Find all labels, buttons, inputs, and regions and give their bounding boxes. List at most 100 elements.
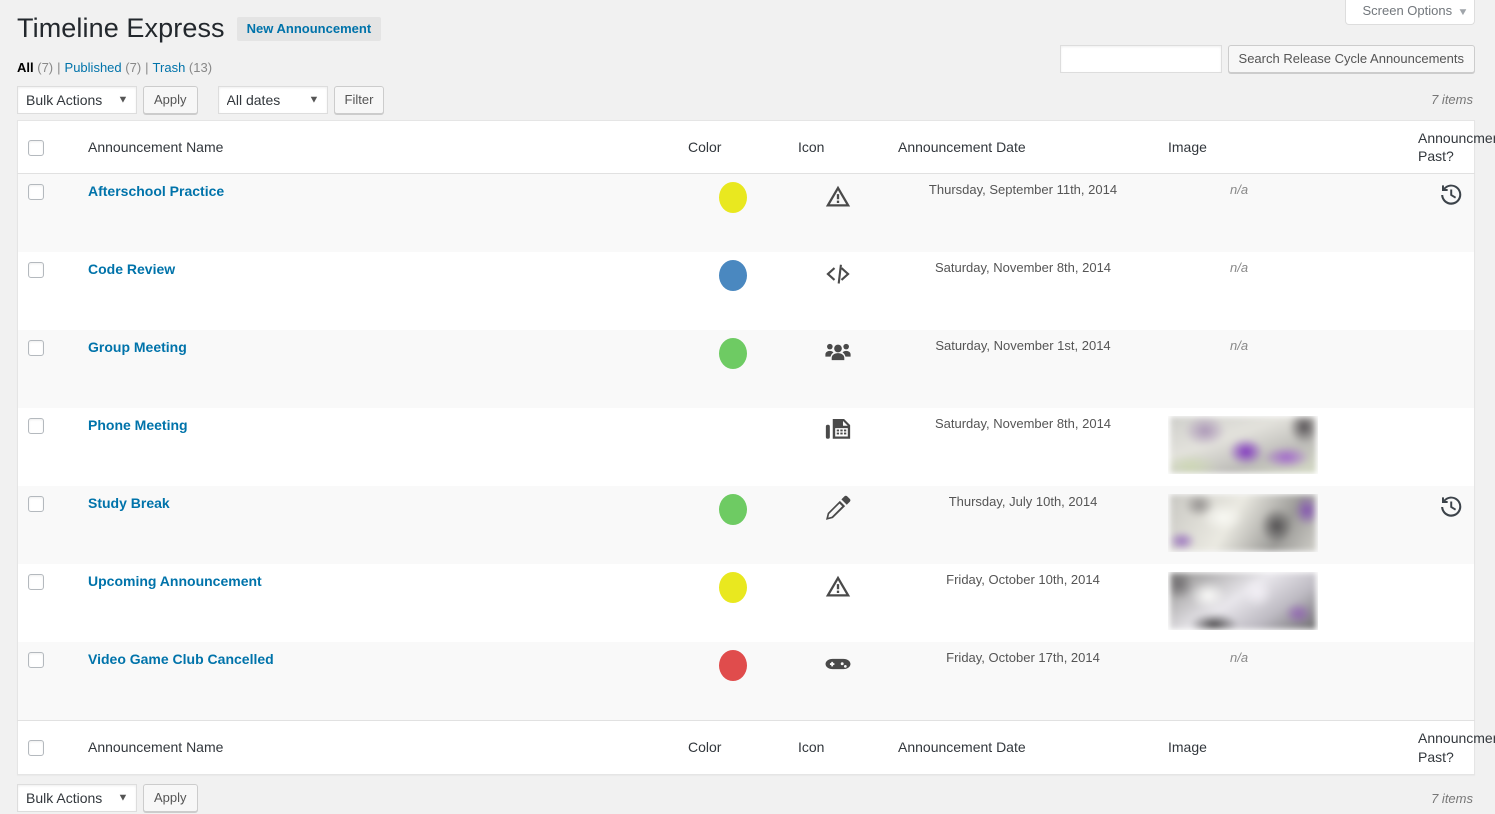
row-color-cell <box>678 174 788 253</box>
footer-icon[interactable]: Icon <box>788 720 888 775</box>
search-box: Search Release Cycle Announcements <box>1059 45 1475 73</box>
select-all-checkbox-bottom[interactable] <box>28 740 44 757</box>
header-color[interactable]: Color <box>678 120 788 175</box>
thumbnail-image <box>1170 417 1316 474</box>
row-icon-cell <box>788 486 888 564</box>
row-date-cell: Thursday, September 11th, 2014 <box>928 182 1118 198</box>
row-select-checkbox[interactable] <box>28 496 44 513</box>
row-color-cell <box>678 564 788 642</box>
select-all-footer <box>17 720 78 775</box>
row-date-cell: Saturday, November 8th, 2014 <box>934 260 1112 276</box>
footer-announcement-date[interactable]: Announcement Date <box>888 720 1158 775</box>
history-icon <box>1438 494 1464 520</box>
page-title: Timeline Express <box>17 12 225 43</box>
gamepad-icon <box>824 650 852 678</box>
table-row: Phone Meeting Saturday, November 8th, 201… <box>17 408 1475 487</box>
date-filter-select[interactable]: All dates <box>217 86 328 114</box>
header-announcement-name[interactable]: Announcement Name <box>78 120 678 175</box>
announcement-title-link[interactable]: Group Meeting <box>88 339 187 355</box>
row-image-cell: n/a <box>1158 330 1408 408</box>
color-swatch-yellow <box>719 572 747 604</box>
row-select-cell <box>18 174 79 253</box>
history-icon <box>1438 182 1464 208</box>
status-link-all-count: (7) <box>37 60 54 75</box>
search-input[interactable] <box>1059 45 1222 73</box>
bulk-actions-select-top[interactable]: Bulk Actions <box>17 86 137 114</box>
row-select-cell <box>18 408 79 486</box>
announcement-title-link[interactable]: Afterschool Practice <box>88 183 224 199</box>
status-link-trash-count: (13) <box>188 60 213 75</box>
footer-announcement-past[interactable]: Announcment Past? <box>1408 720 1495 775</box>
table-row: Group Meeting Saturday, November 1st, 201… <box>17 330 1475 409</box>
table-header-row: Announcement Name Color Icon Announcemen… <box>17 120 1495 175</box>
footer-image[interactable]: Image <box>1158 720 1408 775</box>
header-announcement-past[interactable]: Announcment Past? <box>1408 120 1495 175</box>
table-row: Study Break Thursday, July 10th, 2014 <box>17 486 1475 565</box>
bulk-actions-group-top: Bulk Actions ▼ Apply All dates ▼ Filter <box>17 86 385 114</box>
footer-announcement-name[interactable]: Announcement Name <box>78 720 678 775</box>
header-icon[interactable]: Icon <box>788 120 888 175</box>
status-link-published-anchor[interactable]: Published <box>65 58 122 77</box>
apply-button-bottom[interactable]: Apply <box>143 783 198 812</box>
table-row: Video Game Club Cancelled Friday, October… <box>17 642 1475 721</box>
thumbnail-image <box>1170 495 1316 552</box>
status-link-all-anchor[interactable]: All <box>17 58 34 77</box>
row-past-cell <box>1408 642 1475 721</box>
bulk-actions-select-bottom[interactable]: Bulk Actions <box>17 783 137 812</box>
announcement-title-link[interactable]: Upcoming Announcement <box>88 573 262 589</box>
tablenav-top: Bulk Actions ▼ Apply All dates ▼ Filter … <box>17 86 1475 116</box>
no-image-label: n/a <box>1230 182 1249 198</box>
header-image[interactable]: Image <box>1158 120 1408 175</box>
row-past-cell <box>1408 174 1475 253</box>
row-select-checkbox[interactable] <box>28 574 44 591</box>
announcements-table: Announcement Name Color Icon Announcemen… <box>17 120 1495 775</box>
status-separator-1: | <box>57 60 61 75</box>
no-image-label: n/a <box>1230 650 1249 666</box>
row-color-cell <box>678 330 788 408</box>
header-announcement-date[interactable]: Announcement Date <box>888 120 1158 175</box>
row-past-cell <box>1408 408 1475 486</box>
tablenav-bottom: Bulk Actions ▼ Apply 7 items <box>17 783 1475 814</box>
filter-button[interactable]: Filter <box>333 86 385 114</box>
table-row: Afterschool Practice Thursday, September … <box>17 173 1475 253</box>
color-swatch-red <box>719 650 747 682</box>
row-color-cell <box>678 408 788 486</box>
row-image-cell: n/a <box>1158 642 1408 721</box>
announcement-title-link[interactable]: Code Review <box>88 261 175 277</box>
row-name-cell: Video Game Club Cancelled <box>78 642 678 721</box>
row-select-checkbox[interactable] <box>28 340 44 357</box>
status-link-trash: Trash (13) <box>153 58 213 77</box>
search-submit-button[interactable]: Search Release Cycle Announcements <box>1227 45 1475 73</box>
row-select-checkbox[interactable] <box>28 184 44 201</box>
row-color-cell <box>678 252 788 330</box>
footer-color[interactable]: Color <box>678 720 788 775</box>
group-icon <box>824 338 852 366</box>
row-icon-cell <box>788 408 888 486</box>
bulk-actions-select-wrap-top: Bulk Actions ▼ <box>17 86 137 114</box>
row-select-cell <box>18 330 79 408</box>
status-link-all-label: All <box>17 60 34 75</box>
row-image-cell: n/a <box>1158 174 1408 253</box>
apply-button-top[interactable]: Apply <box>143 86 198 114</box>
announcement-title-link[interactable]: Phone Meeting <box>88 417 188 433</box>
announcement-title-link[interactable]: Study Break <box>88 495 170 511</box>
row-select-checkbox[interactable] <box>28 652 44 669</box>
displaying-num-top: 7 items <box>1431 92 1473 107</box>
row-select-checkbox[interactable] <box>28 262 44 279</box>
date-filter-select-wrap: All dates ▼ <box>217 86 328 114</box>
status-link-published: Published (7) | <box>65 58 153 77</box>
announcement-thumbnail <box>1168 572 1318 630</box>
row-image-cell <box>1158 486 1408 564</box>
announcement-title-link[interactable]: Video Game Club Cancelled <box>88 651 274 667</box>
row-select-cell <box>18 486 79 564</box>
new-announcement-button[interactable]: New Announcement <box>236 17 382 41</box>
warning-icon <box>824 182 852 210</box>
status-separator-2: | <box>145 60 149 75</box>
row-image-cell <box>1158 408 1408 486</box>
status-link-trash-anchor[interactable]: Trash <box>153 58 186 77</box>
thumbnail-image <box>1170 573 1316 630</box>
row-select-checkbox[interactable] <box>28 418 44 435</box>
displaying-num-bottom: 7 items <box>1431 790 1473 806</box>
table-footer-row: Announcement Name Color Icon Announcemen… <box>17 720 1495 775</box>
select-all-checkbox-top[interactable] <box>28 140 44 157</box>
